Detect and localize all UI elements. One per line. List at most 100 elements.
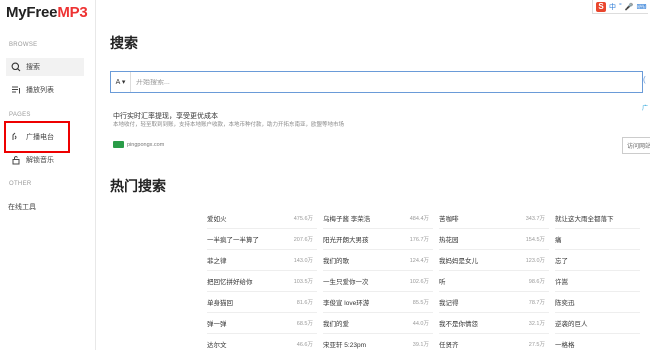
hot-search-count: 46.6万 (296, 342, 313, 348)
hot-search-item[interactable]: 一格格 (555, 338, 650, 350)
hot-search-count: 103.5万 (293, 279, 313, 285)
sogou-icon[interactable]: S (596, 1, 606, 12)
hot-search-name: 听 (439, 279, 446, 286)
sidebar-item-search[interactable]: 搜索 (6, 58, 84, 76)
search-button[interactable]: ( (643, 75, 646, 84)
row-divider (439, 249, 549, 250)
hot-search-name: 乌梅子酱 李荣浩 (323, 216, 371, 223)
hot-search-count: 154.5万 (525, 237, 545, 243)
sidebar-item-playlist[interactable]: 播放列表 (6, 81, 84, 99)
hot-search-item[interactable]: 陈奕迅 (555, 296, 650, 308)
ad-source[interactable]: pingpongx.com (113, 141, 164, 148)
app-window: MyFreeMP3 BROWSE 搜索 播放列表 PAGES 广播电台 解锁音乐… (0, 0, 650, 350)
hot-search-name: 痛 (555, 237, 562, 244)
search-type-dropdown[interactable]: A ▾ (111, 72, 131, 92)
hot-search-item[interactable]: 我不是你情怨 32.1万 (439, 317, 545, 329)
hot-search-name: 逆袭的巨人 (555, 321, 588, 328)
hot-search-count: 81.6万 (296, 300, 313, 306)
keyboard-icon[interactable]: ⌨ (637, 3, 647, 11)
row-divider (323, 291, 433, 292)
sidebar-item-label: 播放列表 (26, 87, 54, 94)
row-divider (207, 249, 317, 250)
hot-search-name: 爱如火 (207, 216, 227, 223)
hot-search-item[interactable]: 一生只爱你一次 102.6万 (323, 275, 429, 287)
microphone-icon[interactable]: 🎤 (625, 3, 634, 11)
sidebar-item-label: 解锁音乐 (26, 157, 54, 164)
hot-search-item[interactable]: 菲之律 143.0万 (207, 254, 313, 266)
hot-search-item[interactable]: 阳光开朗大男孩 176.7万 (323, 233, 429, 245)
row-divider (323, 270, 433, 271)
hot-search-count: 123.0万 (525, 258, 545, 264)
hot-search-name: 达尔文 (207, 342, 227, 349)
hot-search-count: 343.7万 (525, 216, 545, 222)
hot-search-count: 475.6万 (293, 216, 313, 222)
language-toggle[interactable]: 中 (609, 2, 616, 12)
hot-search-item[interactable]: 我们的歌 124.4万 (323, 254, 429, 266)
row-divider (207, 291, 317, 292)
hot-search-name: 阳光开朗大男孩 (323, 237, 369, 244)
hot-search-item[interactable]: 李俊宣 love环游 85.5万 (323, 296, 429, 308)
hot-search-count: 484.4万 (409, 216, 429, 222)
hot-search-name: 把回忆拼好给你 (207, 279, 253, 286)
visit-site-button[interactable]: 访问网站 (622, 137, 650, 154)
hot-search-item[interactable]: 我妈妈是女儿 123.0万 (439, 254, 545, 266)
hot-search-count: 176.7万 (409, 237, 429, 243)
hot-search-name: 陈奕迅 (555, 300, 575, 307)
pingpong-logo-icon (113, 141, 124, 148)
hot-search-name: 苦咖啡 (439, 216, 459, 223)
row-divider (323, 333, 433, 334)
hot-search-item[interactable]: 就让这大雨全都落下 (555, 212, 650, 224)
hot-search-name: 李俊宣 love环游 (323, 300, 370, 307)
search-input[interactable] (131, 78, 642, 86)
ad-description: 本地收付，轻至取到到账，支持本地账户收款，本地币种付款，助力开拓东南亚，欧盟等地… (113, 122, 345, 128)
hot-search-item[interactable]: 达尔文 46.6万 (207, 338, 313, 350)
hot-search-item[interactable]: 任贤齐 27.5万 (439, 338, 545, 350)
hot-search-count: 32.1万 (528, 321, 545, 327)
hot-search-count: 207.6万 (293, 237, 313, 243)
hot-search-item[interactable]: 我们的爱 44.0万 (323, 317, 429, 329)
row-divider (439, 291, 549, 292)
hot-search-item[interactable]: 乌梅子酱 李荣浩 484.4万 (323, 212, 429, 224)
punctuation-toggle[interactable]: ° (619, 3, 622, 10)
hot-search-item[interactable]: 把回忆拼好给你 103.5万 (207, 275, 313, 287)
hot-search-name: 我不是你情怨 (439, 321, 478, 328)
search-bar: A ▾ (110, 71, 643, 93)
hot-search-name: 我们的爱 (323, 321, 349, 328)
row-divider (439, 333, 549, 334)
search-icon (10, 61, 22, 73)
hot-search-item[interactable]: 许嵩 (555, 275, 650, 287)
hot-search-name: 我记得 (439, 300, 459, 307)
hot-search-name: 一格格 (555, 342, 575, 349)
row-divider (207, 312, 317, 313)
hot-search-item[interactable]: 单身猫回 81.6万 (207, 296, 313, 308)
hot-search-name: 我妈妈是女儿 (439, 258, 478, 265)
hot-search-item[interactable]: 宋亚轩 5:23pm 39.1万 (323, 338, 429, 350)
hot-search-item[interactable]: 苦咖啡 343.7万 (439, 212, 545, 224)
sidebar: MyFreeMP3 BROWSE 搜索 播放列表 PAGES 广播电台 解锁音乐… (0, 0, 96, 350)
hot-search-count: 85.5万 (412, 300, 429, 306)
row-divider (439, 312, 549, 313)
hot-search-item[interactable]: 一半疯了一半算了 207.6万 (207, 233, 313, 245)
row-divider (207, 270, 317, 271)
sidebar-item-unlock-music[interactable]: 解锁音乐 (6, 151, 84, 169)
hot-search-name: 许嵩 (555, 279, 568, 286)
playlist-icon (10, 84, 22, 96)
hot-search-item[interactable]: 痛 (555, 233, 650, 245)
hot-search-item[interactable]: 听 98.6万 (439, 275, 545, 287)
hot-search-name: 菲之律 (207, 258, 227, 265)
hot-search-item[interactable]: 忘了 (555, 254, 650, 266)
sidebar-item-online-tools[interactable]: 在线工具 (4, 198, 82, 216)
row-divider (555, 249, 640, 250)
hot-search-item[interactable]: 我记得 78.7万 (439, 296, 545, 308)
app-logo[interactable]: MyFreeMP3 (6, 4, 88, 21)
hot-search-item[interactable]: 爱如火 475.6万 (207, 212, 313, 224)
row-divider (323, 312, 433, 313)
logo-main-text: MyFree (6, 4, 58, 21)
hot-search-name: 宋亚轩 5:23pm (323, 342, 366, 349)
hot-search-item[interactable]: 逆袭的巨人 (555, 317, 650, 329)
hot-search-item[interactable]: 弹一弹 68.5万 (207, 317, 313, 329)
hot-search-name: 一生只爱你一次 (323, 279, 369, 286)
hot-search-item[interactable]: 热花园 154.5万 (439, 233, 545, 245)
row-divider (555, 270, 640, 271)
ad-source-text: pingpongx.com (127, 141, 165, 148)
